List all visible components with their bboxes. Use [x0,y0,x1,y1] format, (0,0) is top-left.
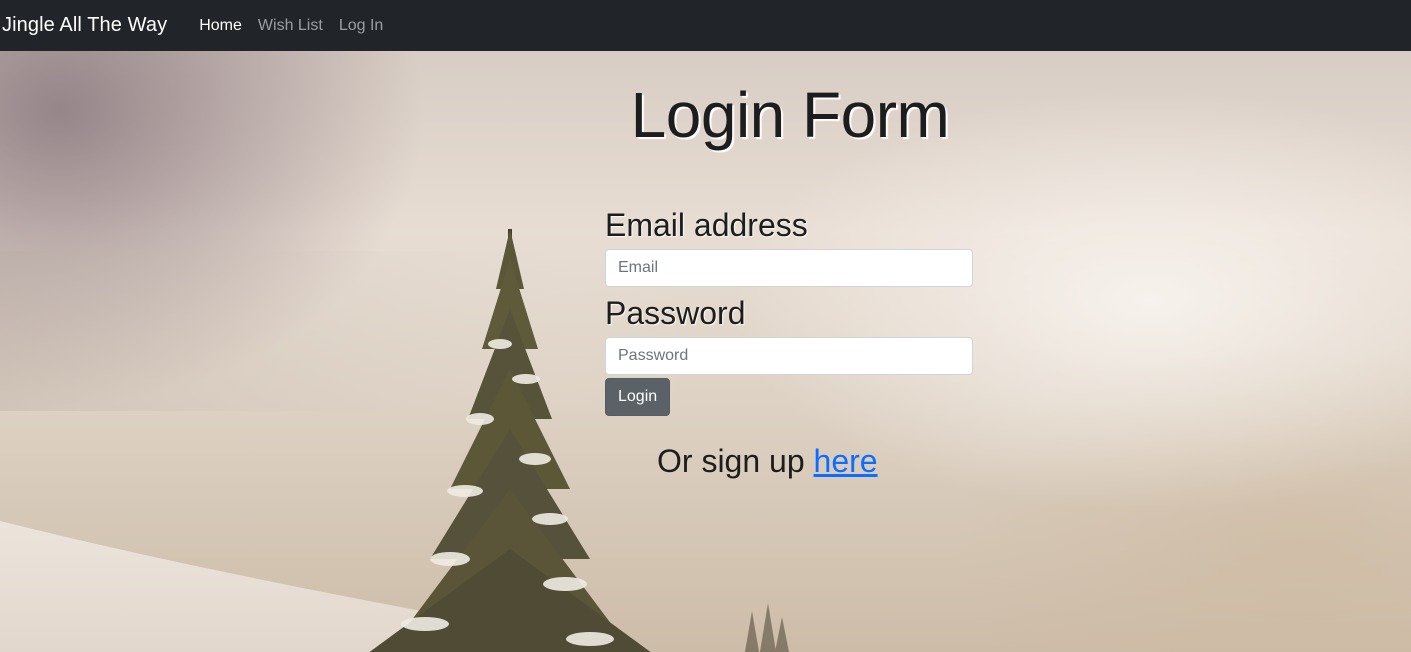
login-form: Email address Password Login [605,205,973,416]
signup-prompt: Or sign up here [657,443,878,480]
brand-link[interactable]: Jingle All The Way [2,14,167,37]
nav-link-log-in[interactable]: Log In [331,17,391,35]
nav-links: Home Wish List Log In [191,17,391,35]
nav-link-wish-list[interactable]: Wish List [250,17,331,35]
navbar: Jingle All The Way Home Wish List Log In [0,0,1411,51]
email-label: Email address [605,207,808,243]
login-button[interactable]: Login [605,378,671,416]
signup-link[interactable]: here [814,443,878,479]
password-label: Password [605,295,746,331]
signup-prefix-text: Or sign up [657,443,814,479]
email-field[interactable] [605,249,973,287]
nav-link-home[interactable]: Home [191,17,250,35]
password-field[interactable] [605,337,973,375]
page-title: Login Form [630,79,950,151]
